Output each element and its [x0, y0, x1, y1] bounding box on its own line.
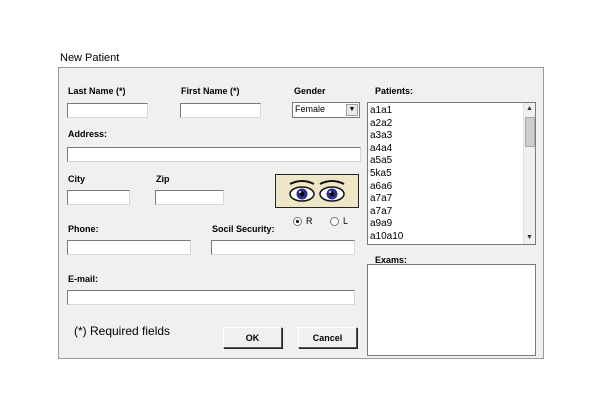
patient-list-item[interactable]: a1a1 [370, 105, 521, 118]
eyes-icon [289, 180, 345, 202]
address-input[interactable] [67, 147, 361, 162]
eye-right-radio[interactable] [293, 217, 302, 226]
gender-select[interactable]: Female ▼ [292, 102, 360, 118]
patient-list-item[interactable]: a2a2 [370, 118, 521, 131]
patient-list-item[interactable]: a7a7 [370, 206, 521, 219]
gender-value: Female [295, 104, 326, 114]
patient-list-item[interactable]: a9a9 [370, 218, 521, 231]
zip-label: Zip [156, 174, 170, 184]
patient-list-item[interactable]: a10a10 [370, 231, 521, 244]
phone-label: Phone: [68, 224, 99, 234]
first-name-label: First Name (*) [181, 86, 240, 96]
exams-listbox[interactable] [367, 264, 536, 356]
required-fields-note: (*) Required fields [74, 324, 171, 338]
new-patient-dialog: Last Name (*) First Name (*) Gender Fema… [58, 67, 544, 359]
arrow-down-icon[interactable]: ▼ [524, 232, 535, 244]
eye-left-radio[interactable] [330, 217, 339, 226]
patient-list-item[interactable]: a3a3 [370, 130, 521, 143]
zip-input[interactable] [155, 190, 224, 205]
patient-list-item[interactable]: a6a6 [370, 181, 521, 194]
patients-scrollbar[interactable]: ▲ ▼ [523, 103, 535, 244]
arrow-up-icon[interactable]: ▲ [524, 103, 535, 115]
social-security-input[interactable] [211, 240, 355, 255]
patient-list-item[interactable]: a7a7 [370, 193, 521, 206]
email-input[interactable] [67, 290, 355, 305]
eye-selector-panel [275, 174, 359, 208]
patient-list-item[interactable]: a11a11 [370, 244, 521, 245]
patients-listbox[interactable]: a1a1 a2a2 a3a3 a4a4 a5a5 5ka5 a6a6 a7a7 a7a7 a9a9… [367, 102, 536, 245]
chevron-down-icon[interactable]: ▼ [346, 104, 358, 116]
address-label: Address: [68, 129, 108, 139]
city-label: City [68, 174, 86, 184]
gender-label: Gender [294, 86, 326, 96]
patient-list-item[interactable]: a5a5 [370, 155, 521, 168]
last-name-input[interactable] [67, 103, 148, 118]
window-title: New Patient [60, 52, 120, 64]
social-security-label: Socil Security: [212, 224, 275, 234]
patients-list: a1a1 a2a2 a3a3 a4a4 a5a5 5ka5 a6a6 a7a7 a7a7 a9a9… [370, 105, 521, 245]
cancel-button[interactable]: Cancel [298, 327, 357, 348]
first-name-input[interactable] [180, 103, 261, 118]
email-label: E-mail: [68, 274, 99, 284]
patients-label: Patients: [375, 86, 414, 96]
scroll-thumb[interactable] [525, 117, 535, 147]
patient-list-item[interactable]: 5ka5 [370, 168, 521, 181]
phone-input[interactable] [67, 240, 191, 255]
patient-list-item[interactable]: a4a4 [370, 143, 521, 156]
last-name-label: Last Name (*) [68, 86, 126, 96]
city-input[interactable] [67, 190, 130, 205]
ok-button[interactable]: OK [223, 327, 282, 348]
eye-left-label: L [343, 216, 349, 226]
title-bar [58, 49, 544, 67]
eye-right-label: R [306, 216, 313, 226]
